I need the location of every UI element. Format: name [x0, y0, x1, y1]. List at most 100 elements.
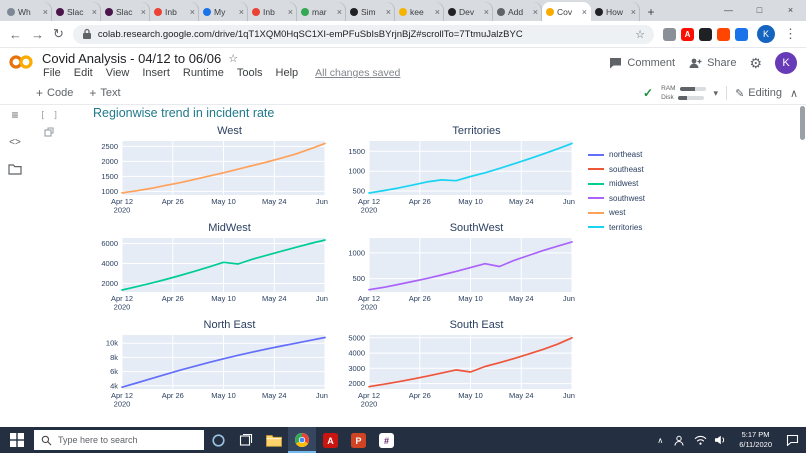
desktop: Wh × Slac × Slac × Inb × My × Inb × mar × Sim × kee × Dev ×… [0, 0, 806, 453]
acrobat-icon[interactable]: A [316, 427, 344, 453]
colab-user-avatar[interactable]: K [775, 52, 797, 74]
tab-close-icon[interactable]: × [239, 7, 244, 17]
browser-tab[interactable]: Dev × [444, 2, 493, 21]
action-center-button[interactable] [780, 427, 804, 453]
powerpoint-icon[interactable]: P [344, 427, 372, 453]
browser-tab[interactable]: Inb × [150, 2, 199, 21]
browser-profile-avatar[interactable]: K [757, 25, 775, 43]
legend-item-territories[interactable]: territories [588, 223, 645, 232]
menu-edit[interactable]: Edit [74, 67, 93, 79]
forward-icon[interactable]: → [31, 27, 44, 42]
resources-caret-icon[interactable]: ▾ [714, 88, 719, 99]
taskbar-search[interactable]: Type here to search [34, 430, 204, 450]
menu-runtime[interactable]: Runtime [183, 67, 224, 79]
legend-item-west[interactable]: west [588, 208, 645, 217]
settings-gear-icon[interactable]: ⚙ [749, 55, 762, 72]
browser-tab[interactable]: Slac × [52, 2, 101, 21]
svg-text:1000: 1000 [101, 187, 118, 196]
tray-chevron-up-icon[interactable]: ∧ [652, 436, 668, 445]
code-snippets-icon[interactable]: <> [9, 137, 21, 148]
scrollbar[interactable] [800, 106, 805, 140]
back-icon[interactable]: ← [9, 27, 22, 42]
collapse-toolbar-icon[interactable]: ∧ [790, 87, 798, 100]
minimize-button[interactable]: — [713, 0, 744, 21]
cortana-button[interactable] [204, 427, 232, 453]
cell-run-prompt[interactable]: [ ] [40, 111, 59, 121]
extension-icon[interactable]: A [681, 27, 694, 41]
extension-icon[interactable] [735, 27, 748, 41]
refresh-icon[interactable]: ↻ [53, 26, 64, 42]
comment-button[interactable]: Comment [609, 57, 675, 69]
legend-item-northeast[interactable]: northeast [588, 150, 645, 159]
files-icon[interactable] [8, 163, 22, 175]
menu-help[interactable]: Help [276, 67, 299, 79]
extension-icon[interactable] [717, 27, 730, 41]
new-tab-button[interactable]: + [640, 2, 662, 21]
tab-close-icon[interactable]: × [435, 7, 440, 17]
people-icon[interactable] [674, 435, 687, 446]
tab-close-icon[interactable]: × [141, 7, 146, 17]
tab-label: My [214, 6, 226, 17]
file-explorer-icon[interactable] [260, 427, 288, 453]
browser-tab[interactable]: Cov × [542, 2, 591, 21]
browser-tab[interactable]: kee × [395, 2, 444, 21]
menu-file[interactable]: File [43, 67, 61, 79]
start-button[interactable] [0, 427, 34, 453]
wifi-icon[interactable] [694, 435, 707, 445]
menu-tools[interactable]: Tools [237, 67, 263, 79]
close-button[interactable]: × [775, 0, 806, 21]
browser-tab[interactable]: mar × [297, 2, 346, 21]
menu-view[interactable]: View [106, 67, 130, 79]
browser-tab[interactable]: Inb × [248, 2, 297, 21]
browser-tab[interactable]: My × [199, 2, 248, 21]
browser-tab[interactable]: How × [591, 2, 640, 21]
legend-item-southeast[interactable]: southeast [588, 165, 645, 174]
browser-tab[interactable]: Slac × [101, 2, 150, 21]
taskbar-clock[interactable]: 5:17 PM 6/11/2020 [733, 430, 778, 450]
resources-indicator[interactable]: RAM Disk [661, 85, 706, 101]
editing-button[interactable]: ✎ Editing [735, 87, 782, 100]
table-of-contents-icon[interactable]: ≡ [11, 108, 18, 122]
tab-close-icon[interactable]: × [92, 7, 97, 17]
legend-label: west [609, 208, 626, 217]
tab-close-icon[interactable]: × [533, 7, 538, 17]
legend-item-southwest[interactable]: southwest [588, 194, 645, 203]
tab-close-icon[interactable]: × [386, 7, 391, 17]
cell-output-options-icon[interactable] [44, 127, 54, 137]
browser-tab[interactable]: Wh × [3, 2, 52, 21]
address-bar[interactable]: colab.research.google.com/drive/1qT1XQM0… [72, 24, 654, 44]
legend-item-midwest[interactable]: midwest [588, 179, 645, 188]
share-button[interactable]: Share [688, 57, 736, 69]
extension-icon[interactable] [663, 27, 676, 41]
save-status[interactable]: All changes saved [315, 67, 400, 79]
maximize-button[interactable]: □ [744, 0, 775, 21]
tab-close-icon[interactable]: × [484, 7, 489, 17]
slack-icon[interactable]: # [372, 427, 400, 453]
colab-logo[interactable] [8, 53, 34, 71]
tab-close-icon[interactable]: × [631, 7, 636, 17]
legend-swatch-icon [588, 168, 604, 170]
tab-strip: Wh × Slac × Slac × Inb × My × Inb × mar × Sim × kee × Dev ×… [0, 0, 806, 21]
add-code-button[interactable]: + Code [36, 86, 73, 100]
browser-tab[interactable]: Sim × [346, 2, 395, 21]
tab-close-icon[interactable]: × [43, 7, 48, 17]
browser-menu-icon[interactable]: ⋮ [784, 26, 797, 42]
task-view-button[interactable] [232, 427, 260, 453]
browser-tab[interactable]: Add × [493, 2, 542, 21]
menu-insert[interactable]: Insert [142, 67, 170, 79]
subplot-midwest: MidWest 2000 4000 6000 Apr 12 2020 Apr 26 May 1… [90, 222, 337, 313]
extension-icon[interactable] [699, 27, 712, 41]
bookmark-star-icon[interactable]: ☆ [635, 28, 645, 41]
subplot-north-east: North East 4k 6k 8k 10k Apr 12 2020 Apr 26 May 1… [90, 319, 337, 410]
add-text-button[interactable]: + Text [89, 86, 120, 100]
speaker-icon[interactable] [714, 435, 727, 445]
star-notebook-icon[interactable]: ☆ [228, 52, 238, 65]
notebook-title[interactable]: Covid Analysis - 04/12 to 06/06 [42, 51, 221, 66]
subplot-canvas: 50010001500Apr 122020Apr 26 May 10 May 24 J… [348, 141, 577, 215]
tab-close-icon[interactable]: × [582, 7, 587, 17]
tab-close-icon[interactable]: × [190, 7, 195, 17]
tab-close-icon[interactable]: × [337, 7, 342, 17]
legend-swatch-icon [588, 226, 604, 228]
tab-close-icon[interactable]: × [288, 7, 293, 17]
chrome-icon[interactable] [288, 427, 316, 453]
